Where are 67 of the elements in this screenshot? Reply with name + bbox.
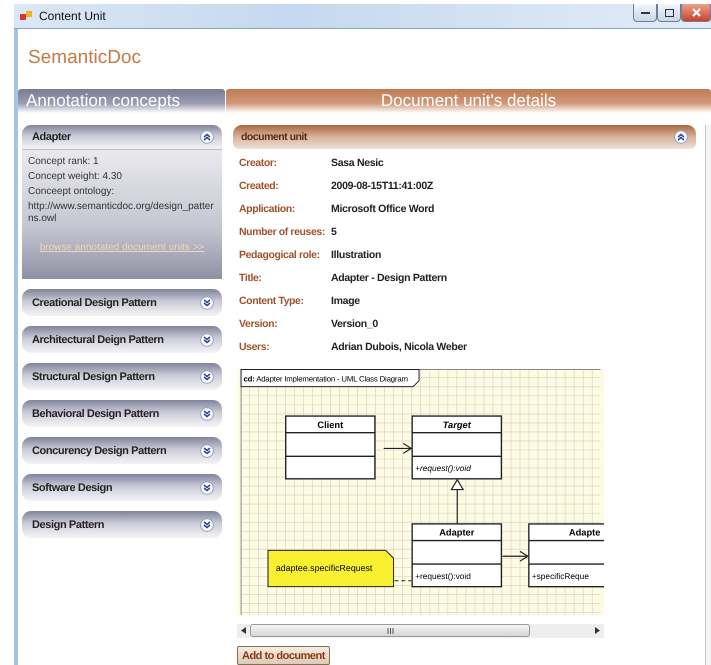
expand-icon — [200, 444, 214, 458]
app-title: SemanticDoc — [27, 46, 142, 70]
field-value: 2009-08-15T11:41:00Z — [331, 180, 434, 192]
collapse-icon — [200, 130, 214, 144]
app-icon — [20, 10, 33, 22]
maximize-icon — [664, 8, 674, 16]
association-arrow — [384, 442, 412, 454]
field-label: Users: — [239, 341, 270, 354]
field-value: Sasa Nesic — [331, 157, 384, 170]
field-label: Version: — [239, 318, 278, 330]
class-box: Target +request():void — [411, 414, 502, 480]
expand-icon — [200, 332, 214, 346]
add-to-document-button[interactable]: Add to document — [237, 646, 330, 665]
section-header: Annotation concepts — [18, 89, 225, 113]
field-label: Created: — [239, 180, 280, 192]
field-value: Adrian Dubois, Nicola Weber — [331, 341, 467, 354]
concept-detail: http://www.semanticdoc.org/design_patterns.owl — [28, 201, 215, 225]
accordion-header[interactable]: Creational Design Pattern — [22, 289, 222, 316]
note-connector — [394, 580, 412, 581]
concept-detail: Concept rank: 1 — [28, 156, 100, 168]
expand-icon — [200, 406, 214, 420]
grip-icon — [386, 628, 394, 634]
scroll-thumb[interactable] — [250, 624, 530, 638]
accordion-header[interactable]: Structural Design Pattern — [22, 363, 222, 390]
close-icon — [692, 8, 700, 17]
accordion-header[interactable]: Behavioral Design Pattern — [22, 400, 222, 427]
expand-icon — [200, 370, 214, 384]
accordion-header[interactable]: document unit — [233, 125, 696, 149]
class-box: Client — [285, 414, 376, 480]
scroll-left-icon — [241, 627, 246, 634]
accordion-header[interactable]: Concurency Design Pattern — [22, 437, 222, 464]
field-label: Pedagogical role: — [239, 249, 321, 262]
close-button[interactable] — [681, 4, 711, 22]
diagram-frame-label: cd: Adapter Implementation - UML Class Diagram — [240, 368, 420, 387]
field-label: Number of reuses: — [239, 226, 326, 238]
maximize-button[interactable] — [657, 4, 681, 22]
class-box: Adapte +specificReque — [528, 522, 604, 587]
expand-icon — [200, 480, 214, 494]
section-header: Document unit's details — [226, 89, 711, 113]
scroll-right-icon — [595, 627, 600, 634]
note: adaptee.specificRequest — [268, 549, 394, 587]
horizontal-scrollbar[interactable] — [237, 624, 604, 638]
accordion-header[interactable]: Adapter — [22, 125, 222, 149]
expand-icon — [200, 296, 214, 310]
field-value: Microsoft Office Word — [331, 203, 436, 216]
concept-detail: Concept weight: 4.30 — [28, 171, 123, 183]
field-value: Image — [331, 295, 361, 308]
field-value: Illustration — [331, 249, 382, 262]
concept-detail: Conceept ontology: — [28, 186, 116, 198]
generalization-arrow — [450, 478, 464, 524]
minimize-button[interactable] — [633, 4, 657, 22]
field-label: Content Type: — [239, 295, 305, 308]
field-label: Application: — [239, 203, 296, 216]
window-title: Content Unit — [39, 9, 106, 23]
field-value: Adapter - Design Pattern — [331, 272, 448, 284]
field-value: 5 — [331, 226, 338, 238]
field-label: Creator: — [239, 157, 278, 170]
field-label: Title: — [239, 272, 262, 284]
expand-icon — [200, 518, 214, 532]
collapse-icon — [674, 130, 688, 144]
association-arrow — [502, 550, 529, 562]
accordion-header[interactable]: Architectural Deign Pattern — [22, 326, 222, 353]
accordion-header[interactable]: Design Pattern — [22, 511, 222, 538]
accordion-header[interactable]: Software Design — [22, 474, 222, 501]
class-box: Adapter +request():void — [411, 522, 502, 587]
minimize-icon — [640, 10, 650, 14]
field-value: Version_0 — [331, 318, 379, 330]
